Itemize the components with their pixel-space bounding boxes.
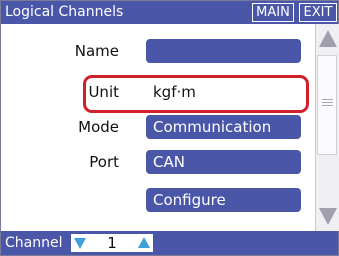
port-field[interactable]: CAN: [146, 150, 301, 174]
scroll-down-icon[interactable]: [319, 208, 337, 225]
grip-line: [322, 99, 333, 100]
triangle-down-icon: [74, 238, 86, 249]
scroll-up-icon[interactable]: [319, 30, 337, 47]
channel-prev-button[interactable]: [71, 234, 89, 252]
grip-line: [322, 105, 333, 106]
form-panel: Name Unit kgf·m Mode Communication Port …: [1, 24, 315, 231]
window-title: Logical Channels: [5, 4, 124, 20]
port-label: Port: [89, 153, 119, 171]
channel-next-button[interactable]: [135, 234, 153, 252]
channel-number: 1: [89, 234, 135, 252]
window: Logical Channels MAIN EXIT Name Unit kgf…: [0, 0, 339, 256]
channel-label: Channel: [5, 235, 63, 251]
main-button[interactable]: MAIN: [252, 3, 294, 22]
exit-button[interactable]: EXIT: [299, 3, 337, 22]
configure-button[interactable]: Configure: [146, 188, 301, 212]
channel-bar: Channel 1: [1, 231, 338, 255]
unit-field[interactable]: kgf·m: [146, 80, 301, 104]
name-field[interactable]: [146, 39, 301, 63]
mode-field[interactable]: Communication: [146, 115, 301, 139]
title-bar: Logical Channels MAIN EXIT: [1, 1, 338, 24]
grip-line: [322, 102, 333, 103]
scrollbar[interactable]: [315, 24, 339, 231]
mode-label: Mode: [78, 118, 119, 136]
scroll-thumb[interactable]: [317, 55, 337, 155]
unit-label: Unit: [88, 83, 119, 101]
name-label: Name: [74, 42, 119, 60]
triangle-up-icon: [138, 237, 150, 248]
